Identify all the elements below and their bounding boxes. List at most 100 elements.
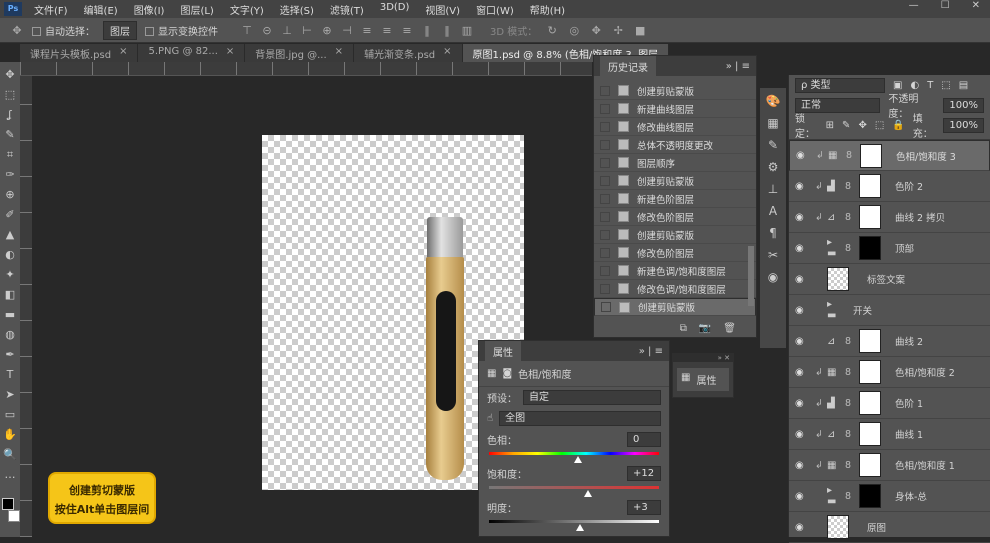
collapse-icon[interactable]: » bbox=[639, 346, 645, 357]
history-brush-source-checkbox[interactable] bbox=[600, 121, 610, 132]
link-icon[interactable]: 8 bbox=[845, 212, 853, 223]
snapshot-camera-icon[interactable]: 📷 bbox=[699, 323, 711, 334]
lightness-slider-handle[interactable] bbox=[575, 524, 584, 531]
menu-item[interactable]: 窗口(W) bbox=[476, 2, 514, 17]
collapse-icon[interactable]: » bbox=[726, 61, 732, 72]
history-brush-source-checkbox[interactable] bbox=[600, 103, 610, 114]
palette-icon[interactable]: 🎨 bbox=[766, 94, 781, 108]
layer-row[interactable]: ◉ ▸ ▬ 开关 bbox=[789, 295, 990, 326]
maximize-button[interactable]: ☐ bbox=[941, 0, 950, 11]
hue-input[interactable]: 0 bbox=[627, 432, 661, 447]
menu-item[interactable]: 视图(V) bbox=[425, 2, 460, 17]
history-brush-source-checkbox[interactable] bbox=[600, 193, 610, 204]
history-brush-source-checkbox[interactable] bbox=[600, 175, 610, 186]
document-tab[interactable]: 背景图.jpg @... × bbox=[245, 44, 355, 62]
visibility-eye-icon[interactable]: ◉ bbox=[795, 212, 809, 223]
distribute-bottom-icon[interactable]: ≡ bbox=[400, 24, 414, 37]
auto-align-icon[interactable]: ▥ bbox=[460, 24, 474, 37]
fill-input[interactable]: 100% bbox=[943, 117, 984, 133]
visibility-eye-icon[interactable]: ◉ bbox=[795, 336, 809, 347]
history-item[interactable]: 创建剪贴蒙版 bbox=[594, 298, 756, 316]
menu-item[interactable]: 图像(I) bbox=[134, 2, 165, 17]
tool-icon[interactable]: ▭ bbox=[5, 406, 15, 423]
tools-icon[interactable]: ✂ bbox=[768, 248, 778, 262]
opacity-input[interactable]: 100% bbox=[943, 97, 984, 113]
tool-icon[interactable]: 🔍 bbox=[3, 446, 17, 463]
layer-row[interactable]: ◉ ↲ ⊿ 8 曲线 1 bbox=[789, 419, 990, 450]
new-document-from-state-icon[interactable]: ⧉ bbox=[680, 323, 687, 334]
tool-icon[interactable]: ✑ bbox=[5, 166, 14, 183]
distribute-right-icon[interactable]: ‖ bbox=[440, 24, 454, 37]
filter-type-icon[interactable]: T bbox=[927, 80, 933, 91]
preset-dropdown[interactable]: 自定 bbox=[523, 390, 661, 405]
visibility-eye-icon[interactable]: ◉ bbox=[795, 243, 809, 254]
tool-icon[interactable]: ✥ bbox=[5, 66, 14, 83]
distribute-center-icon[interactable]: ≡ bbox=[380, 24, 394, 37]
3d-camera-icon[interactable]: ■ bbox=[633, 24, 647, 37]
properties-title[interactable]: 属性 bbox=[485, 340, 521, 362]
tool-icon[interactable]: ⊕ bbox=[5, 186, 14, 203]
visibility-eye-icon[interactable]: ◉ bbox=[795, 491, 809, 502]
visibility-eye-icon[interactable]: ◉ bbox=[795, 460, 809, 471]
tool-icon[interactable]: T bbox=[7, 366, 14, 383]
distribute-top-icon[interactable]: ≡ bbox=[360, 24, 374, 37]
menu-item[interactable]: 编辑(E) bbox=[84, 2, 118, 17]
lock-pixels-icon[interactable]: ✎ bbox=[842, 120, 850, 131]
layer-row[interactable]: ◉ ▸ ▬ 8 身体-总 bbox=[789, 481, 990, 512]
lock-artboard-icon[interactable]: ⬚ bbox=[875, 120, 884, 131]
tool-icon[interactable]: ⬚ bbox=[5, 86, 15, 103]
auto-select-checkbox[interactable]: 自动选择： bbox=[32, 23, 95, 38]
mask-icon[interactable]: ◙ bbox=[502, 368, 512, 379]
layer-row[interactable]: ◉ 原图 bbox=[789, 512, 990, 543]
panel-menu-icon[interactable]: ≡ bbox=[655, 346, 663, 357]
hue-slider-handle[interactable] bbox=[574, 456, 582, 463]
layer-row[interactable]: ◉ ▸ ▬ 8 顶部 bbox=[789, 233, 990, 264]
foreground-color-swatch[interactable] bbox=[2, 498, 14, 510]
history-item[interactable]: 创建剪贴蒙版 bbox=[594, 172, 756, 190]
3d-rotate-icon[interactable]: ↻ bbox=[545, 24, 559, 37]
filter-adjust-icon[interactable]: ◐ bbox=[910, 80, 919, 91]
layer-row[interactable]: ◉ 标签文案 bbox=[789, 264, 990, 295]
link-icon[interactable]: 8 bbox=[845, 367, 853, 378]
menu-item[interactable]: 选择(S) bbox=[280, 2, 314, 17]
adjust-icon[interactable]: ⚙ bbox=[768, 160, 779, 174]
align-left-icon[interactable]: ⊢ bbox=[300, 24, 314, 37]
brush-icon[interactable]: ✎ bbox=[768, 138, 778, 152]
document-tab[interactable]: 辅光渐变条.psd × bbox=[354, 44, 463, 62]
link-icon[interactable]: 8 bbox=[845, 181, 853, 192]
link-icon[interactable]: 8 bbox=[845, 429, 853, 440]
link-icon[interactable]: 8 bbox=[845, 243, 853, 254]
layer-row[interactable]: ◉ ↲ ▟ 8 色阶 1 bbox=[789, 388, 990, 419]
menu-item[interactable]: 滤镜(T) bbox=[330, 2, 364, 17]
history-brush-source-checkbox[interactable] bbox=[600, 157, 610, 168]
history-item[interactable]: 新建色调/饱和度图层 bbox=[594, 262, 756, 280]
layer-row[interactable]: ◉ ↲ ▦ 8 色相/饱和度 1 bbox=[789, 450, 990, 481]
hue-slider[interactable] bbox=[489, 452, 659, 463]
history-item[interactable]: 修改曲线图层 bbox=[594, 118, 756, 136]
align-bottom-icon[interactable]: ⊥ bbox=[280, 24, 294, 37]
history-brush-source-checkbox[interactable] bbox=[600, 85, 610, 96]
lightness-input[interactable]: +3 bbox=[627, 500, 661, 515]
history-brush-source-checkbox[interactable] bbox=[600, 265, 610, 276]
distribute-left-icon[interactable]: ‖ bbox=[420, 24, 434, 37]
filter-pixel-icon[interactable]: ▣ bbox=[893, 80, 902, 91]
history-panel-title[interactable]: 历史记录 bbox=[600, 55, 656, 77]
layer-row[interactable]: ◉ ↲ ▦ 8 色相/饱和度 3 bbox=[789, 140, 990, 171]
visibility-eye-icon[interactable]: ◉ bbox=[795, 429, 809, 440]
3d-icon[interactable]: ◉ bbox=[768, 270, 778, 284]
align-right-icon[interactable]: ⊣ bbox=[340, 24, 354, 37]
move-tool-icon[interactable]: ✥ bbox=[10, 24, 24, 37]
targeted-adjust-hand-icon[interactable]: ☝ bbox=[487, 413, 493, 424]
tool-icon[interactable]: ✦ bbox=[5, 266, 14, 283]
menu-item[interactable]: 帮助(H) bbox=[530, 2, 565, 17]
link-icon[interactable]: 8 bbox=[845, 398, 853, 409]
history-item[interactable]: 总体不透明度更改 bbox=[594, 136, 756, 154]
3d-slide-icon[interactable]: ✢ bbox=[611, 24, 625, 37]
history-item[interactable]: 修改色阶图层 bbox=[594, 244, 756, 262]
history-item[interactable]: 图层顺序 bbox=[594, 154, 756, 172]
saturation-input[interactable]: +12 bbox=[627, 466, 661, 481]
history-scrollbar[interactable] bbox=[748, 246, 754, 306]
visibility-eye-icon[interactable]: ◉ bbox=[795, 305, 809, 316]
lock-transparent-icon[interactable]: ⊞ bbox=[826, 120, 834, 131]
tool-icon[interactable]: ▲ bbox=[6, 226, 14, 243]
